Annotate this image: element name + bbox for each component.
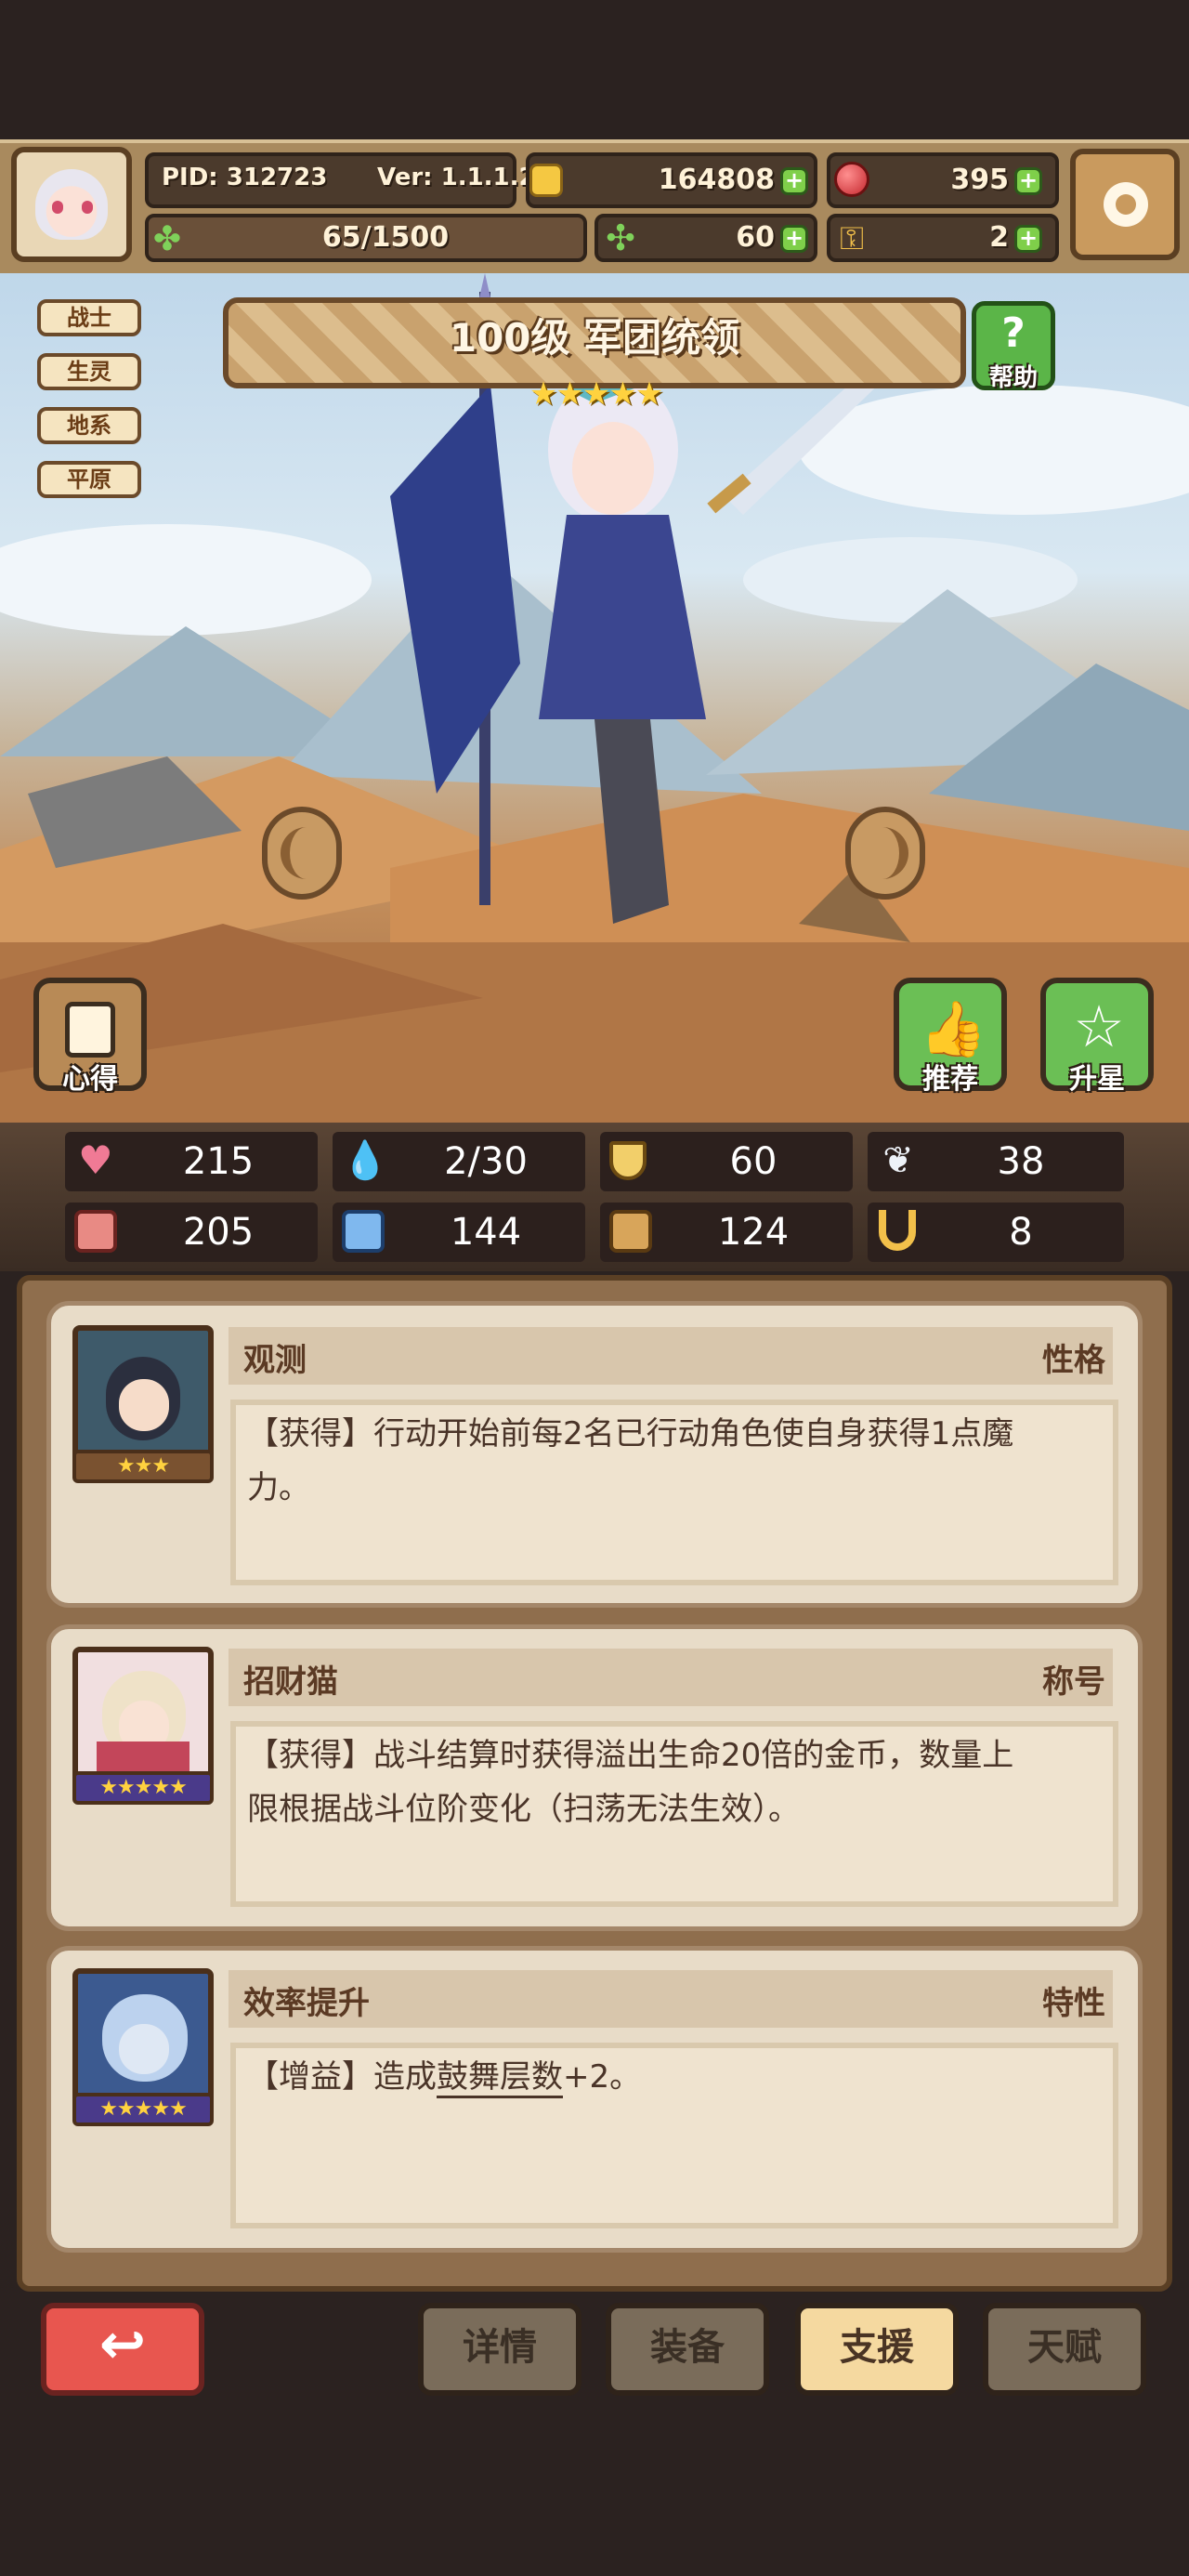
card-desc-line: 限根据战斗位阶变化（扫荡无法生效）。: [247, 1791, 800, 1828]
next-hero-button[interactable]: [845, 807, 925, 900]
card-desc-line: 【获得】战斗结算时获得溢出生命20倍的金币，数量上: [247, 1737, 1014, 1774]
tab-details[interactable]: 详情: [418, 2303, 581, 2396]
heart-icon: ♥: [78, 1137, 113, 1183]
back-button[interactable]: ↩: [41, 2303, 204, 2396]
stat-luck-value: 8: [1009, 1211, 1033, 1254]
stat-agility-value: 124: [717, 1211, 790, 1254]
keyword-link[interactable]: 鼓舞层数: [437, 2058, 563, 2098]
settings-button[interactable]: [1070, 149, 1180, 260]
game-screen: PID: 312723 Ver: 1.1.1.2 ✤ 65/1500 16480…: [0, 0, 1189, 2576]
key-icon: ⚿: [840, 220, 864, 257]
horseshoe-icon: [879, 1210, 916, 1251]
gem-value: 395: [950, 164, 1009, 196]
card-name: 观测: [243, 1342, 307, 1379]
card-desc-line: 力。: [247, 1469, 310, 1506]
tab-talent[interactable]: 天赋: [983, 2303, 1146, 2396]
tab-support[interactable]: 支援: [795, 2303, 959, 2396]
desc-suffix: +2。: [563, 2058, 642, 2096]
stat-hp-value: 215: [182, 1140, 255, 1183]
thumbs-up-icon: 👍: [920, 997, 987, 1060]
stamina-value: 65/1500: [321, 221, 450, 254]
book-icon: [342, 1210, 385, 1253]
shield-icon: [609, 1141, 647, 1180]
add-gem-button[interactable]: +: [1014, 167, 1042, 195]
coin-icon: [529, 164, 563, 197]
card-type: 性格: [1042, 1342, 1105, 1379]
upgrade-star-label: 升星: [1069, 1063, 1125, 1096]
clover-value: 60: [736, 221, 775, 254]
stat-attack-value: 205: [182, 1211, 255, 1254]
star-icon: ☆: [1073, 992, 1125, 1060]
help-label: 帮助: [988, 364, 1038, 392]
scroll-icon: [65, 1002, 115, 1058]
gem-icon: [834, 162, 869, 197]
tab-equipment[interactable]: 装备: [606, 2303, 769, 2396]
player-avatar[interactable]: [11, 147, 132, 262]
stat-defense-value: 60: [729, 1140, 777, 1183]
fist-icon: [74, 1210, 117, 1253]
gold-value: 164808: [658, 164, 775, 196]
key-value: 2: [989, 221, 1009, 254]
card-type: 称号: [1042, 1663, 1105, 1701]
card-name: 效率提升: [243, 1985, 370, 2022]
pid-label: PID: 312723: [162, 164, 328, 191]
insights-label: 心得: [62, 1063, 118, 1096]
support-stars: ★★★★★: [72, 1771, 214, 1805]
version-label: Ver: 1.1.1.2: [377, 164, 536, 191]
stat-magic-value: 144: [450, 1211, 522, 1254]
add-clover-button[interactable]: +: [780, 225, 808, 253]
boot-icon: [609, 1210, 652, 1253]
support-portrait: [72, 1968, 214, 2108]
support-portrait: [72, 1325, 214, 1465]
stat-mana-value: 2/30: [444, 1140, 528, 1183]
recommend-label: 推荐: [922, 1063, 978, 1096]
tag-warrior[interactable]: 战士: [37, 299, 141, 336]
desc-prefix: 【增益】造成: [247, 2058, 437, 2096]
card-name: 招财猫: [243, 1663, 338, 1701]
prev-hero-button[interactable]: [262, 807, 342, 900]
question-icon: ?: [1001, 309, 1026, 357]
support-portrait: [72, 1647, 214, 1786]
card-desc-line: 【增益】造成鼓舞层数+2。: [247, 2050, 641, 2104]
four-leaf-clover-icon: ✣: [606, 217, 635, 258]
card-type: 特性: [1042, 1985, 1105, 2022]
clover-icon: ✤: [152, 220, 182, 258]
drop-icon: 💧: [342, 1139, 388, 1182]
chevron-right-icon: [866, 827, 908, 879]
support-stars: ★★★★★: [72, 2093, 214, 2126]
hero-star-rating: ★★★★★: [529, 375, 663, 413]
card-desc-line: 【获得】行动开始前每2名已行动角色使自身获得1点魔: [247, 1415, 1014, 1452]
chevron-left-icon: [281, 827, 323, 879]
tag-earth[interactable]: 地系: [37, 407, 141, 444]
wing-icon: ❦: [882, 1139, 914, 1182]
tag-creature[interactable]: 生灵: [37, 353, 141, 390]
return-arrow-icon: ↩: [98, 2312, 147, 2377]
tag-plains[interactable]: 平原: [37, 461, 141, 498]
stat-speed-value: 38: [997, 1140, 1045, 1183]
add-key-button[interactable]: +: [1014, 225, 1042, 253]
add-gold-button[interactable]: +: [780, 167, 808, 195]
support-stars: ★★★: [72, 1450, 214, 1483]
